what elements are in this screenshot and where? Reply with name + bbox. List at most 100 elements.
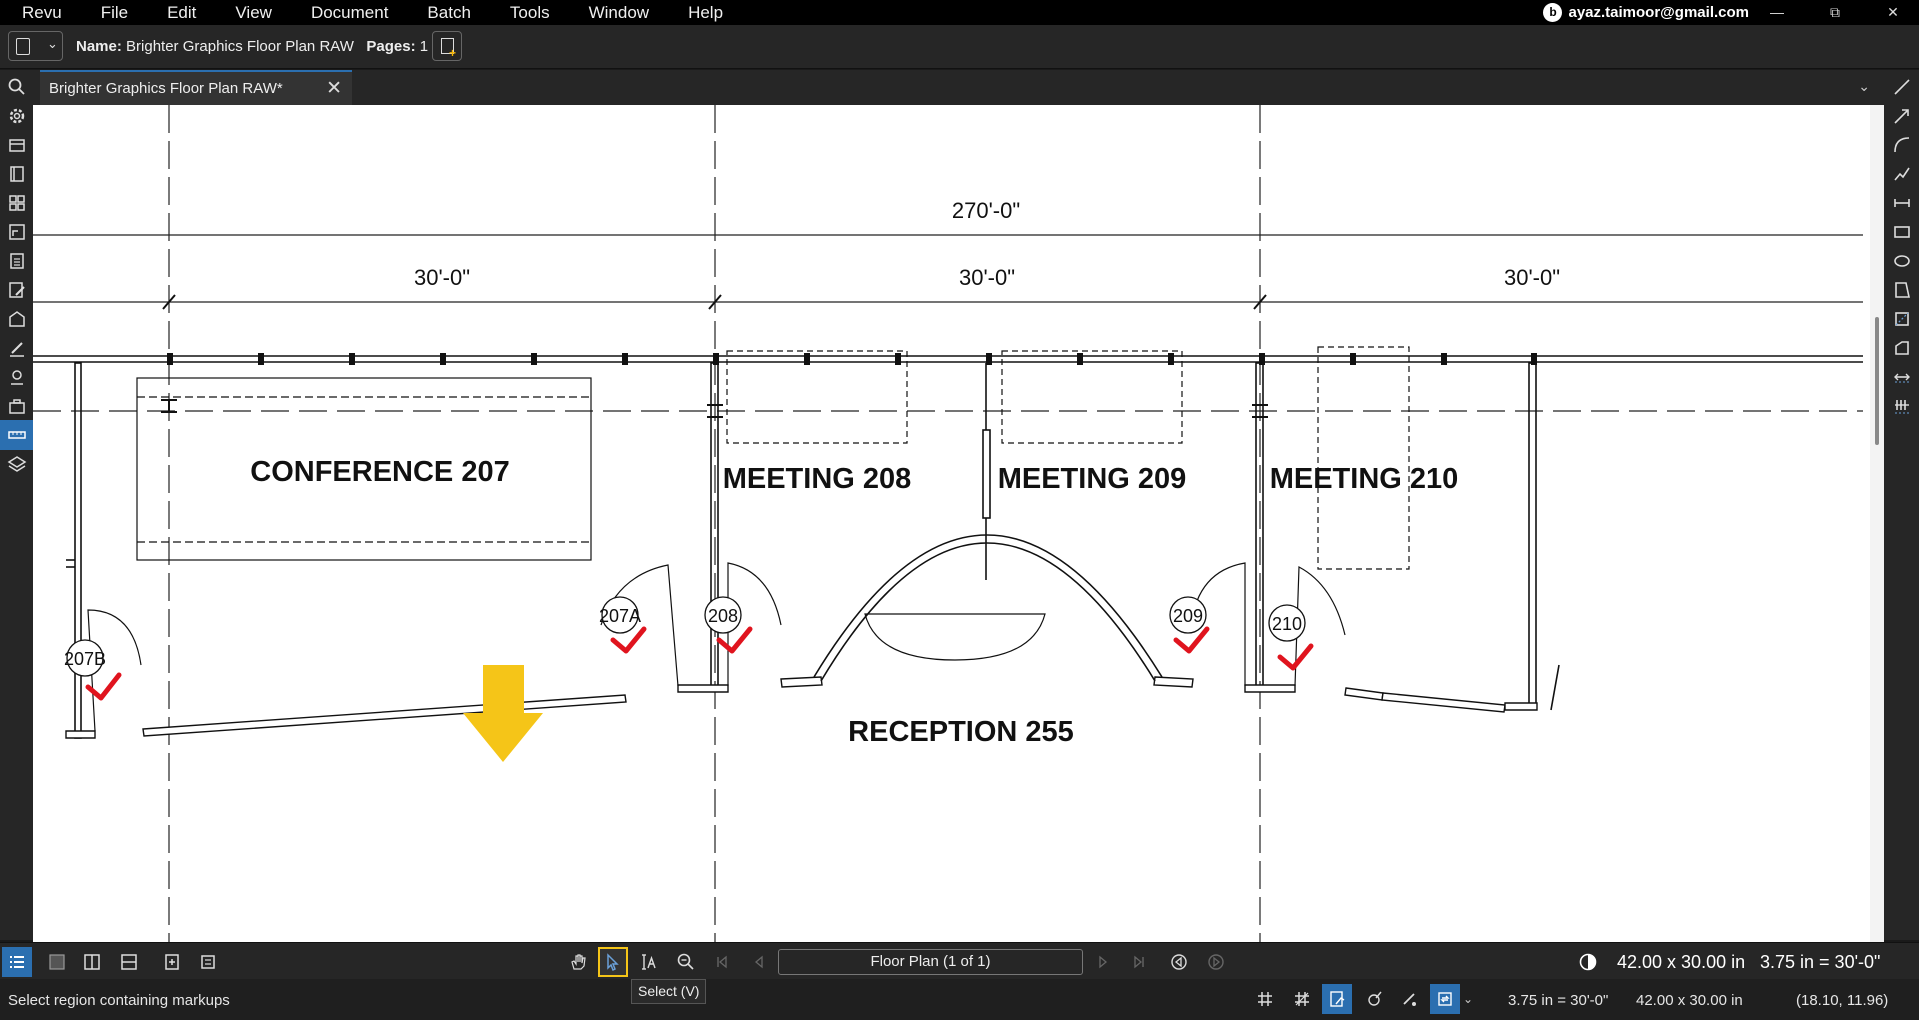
rectangle-tool[interactable] (1884, 217, 1919, 247)
markups-list-button[interactable] (2, 947, 32, 977)
door-tag-207a: 207A (599, 606, 641, 626)
spaces-tool[interactable] (0, 304, 33, 334)
door-tag-210: 210 (1272, 614, 1302, 634)
stamp-icon (8, 139, 25, 152)
snap-content-icon (1330, 991, 1345, 1007)
chevron-down-icon: ⌄ (47, 36, 58, 51)
bluebeam-logo-icon: b (1543, 3, 1563, 22)
snap-to-content-toggle[interactable] (1322, 984, 1352, 1014)
snap-to-markup-toggle[interactable] (1359, 984, 1389, 1014)
split-horizontal-button[interactable] (114, 947, 144, 977)
page-dimensions-readout: 42.00 x 30.00 in (1636, 992, 1743, 1009)
area-icon (1894, 312, 1909, 326)
reuse-toggle[interactable] (1394, 984, 1424, 1014)
grid-icon (8, 195, 25, 211)
layers-icon (7, 456, 26, 472)
dimension-bay-2: 30'-0" (959, 265, 1015, 290)
layers-tool[interactable] (0, 449, 33, 479)
menu-revu[interactable]: Revu (0, 0, 79, 25)
first-page-icon (717, 955, 727, 969)
select-text-button[interactable] (634, 947, 664, 977)
minimize-button[interactable]: — (1753, 0, 1801, 25)
bookmarks-tool[interactable] (0, 159, 33, 189)
insert-page-button[interactable]: + (432, 31, 462, 61)
tab-list-chevron-icon[interactable]: ⌄ (1858, 78, 1870, 95)
yellow-arrow-annotation (463, 665, 543, 762)
settings-tool[interactable] (0, 101, 33, 131)
tab-bar: Brighter Graphics Floor Plan RAW* ✕ ⌄ (33, 70, 1886, 105)
polygon-tool[interactable] (1884, 275, 1919, 305)
thumbnails-tool[interactable] (0, 188, 33, 218)
sync-button[interactable] (157, 947, 187, 977)
locations-tool[interactable] (0, 362, 33, 392)
zoom-button[interactable] (671, 947, 701, 977)
next-view-button[interactable] (1201, 947, 1231, 977)
close-window-button[interactable]: ✕ (1869, 0, 1917, 25)
forward-circle-icon (1208, 954, 1224, 970)
measurements-tool[interactable] (0, 420, 33, 450)
left-panel-bar (0, 70, 33, 940)
sync-options-chevron-icon[interactable]: ⌄ (1458, 984, 1478, 1014)
pan-tool-button[interactable] (563, 947, 593, 977)
dimension-tool[interactable] (1884, 188, 1919, 218)
signatures-tool[interactable] (0, 333, 33, 363)
sync-toggle[interactable] (1430, 984, 1460, 1014)
search-tool[interactable] (0, 72, 33, 102)
compare-button[interactable] (193, 947, 223, 977)
arrow-tool[interactable] (1884, 101, 1919, 131)
menu-document[interactable]: Document (289, 0, 405, 25)
select-tool-button[interactable] (598, 947, 628, 977)
status-message: Select region containing markups (8, 992, 230, 1009)
room-label-meeting-208: MEETING 208 (723, 463, 912, 495)
ellipse-tool[interactable] (1884, 246, 1919, 276)
count-tool[interactable] (1884, 391, 1919, 421)
file-access-tool[interactable] (0, 246, 33, 276)
perimeter-tool[interactable] (1884, 333, 1919, 363)
menu-edit[interactable]: Edit (145, 0, 213, 25)
single-view-button[interactable] (42, 947, 72, 977)
arc-tool[interactable] (1884, 130, 1919, 160)
polyline-tool[interactable] (1884, 159, 1919, 189)
page-selector[interactable]: Floor Plan (1 of 1) (778, 949, 1083, 975)
grid-toggle[interactable] (1250, 984, 1280, 1014)
sets-tool[interactable] (0, 217, 33, 247)
close-tab-icon[interactable]: ✕ (326, 77, 342, 100)
first-page-button[interactable] (707, 947, 737, 977)
next-page-button[interactable] (1088, 947, 1118, 977)
menu-help[interactable]: Help (666, 0, 740, 25)
menu-view[interactable]: View (213, 0, 289, 25)
menu-file[interactable]: File (79, 0, 145, 25)
file-menu-button[interactable]: ⌄ (8, 31, 63, 61)
previous-view-button[interactable] (1164, 947, 1194, 977)
menu-batch[interactable]: Batch (405, 0, 487, 25)
properties-tool[interactable] (0, 391, 33, 421)
contrast-button[interactable] (1573, 947, 1603, 977)
menu-tools[interactable]: Tools (488, 0, 567, 25)
door-tag-208: 208 (708, 606, 738, 626)
vertical-scrollbar[interactable] (1870, 105, 1884, 942)
menu-window[interactable]: Window (567, 0, 666, 25)
snap-to-grid-toggle[interactable] (1287, 984, 1317, 1014)
search-icon (8, 78, 25, 95)
document-tab[interactable]: Brighter Graphics Floor Plan RAW* ✕ (40, 70, 352, 105)
split-horizontal-icon (121, 954, 137, 970)
document-canvas[interactable]: 270'-0" 30'-0" 30'-0" 30'-0" 207B 207A 2… (33, 105, 1884, 942)
sync-pages-icon (165, 954, 179, 970)
user-account[interactable]: b ayaz.taimoor@gmail.com (1543, 0, 1749, 25)
area-tool[interactable] (1884, 304, 1919, 334)
last-page-button[interactable] (1124, 947, 1154, 977)
previous-page-button[interactable] (744, 947, 774, 977)
length-icon (1893, 373, 1910, 383)
line-tool[interactable] (1884, 72, 1919, 102)
list-icon (10, 956, 24, 968)
perimeter-icon (1894, 341, 1909, 355)
split-vertical-button[interactable] (77, 947, 107, 977)
book-icon (9, 166, 24, 182)
scrollbar-thumb[interactable] (1875, 317, 1879, 445)
restore-button[interactable]: ⧉ (1811, 0, 1859, 25)
tab-title: Brighter Graphics Floor Plan RAW* (49, 80, 283, 97)
calibration-readout: 3.75 in = 30'-0" (1508, 992, 1609, 1009)
tool-chest-tool[interactable] (0, 130, 33, 160)
markups-tool[interactable] (0, 275, 33, 305)
length-tool[interactable] (1884, 362, 1919, 392)
